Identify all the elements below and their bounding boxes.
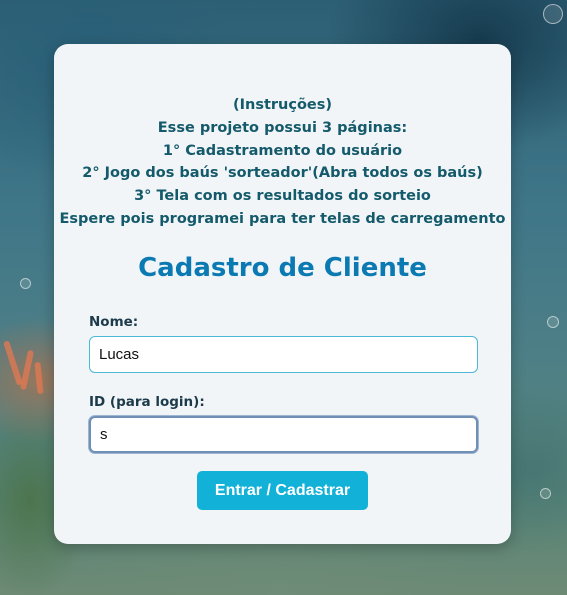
instructions-block: (Instruções) Esse projeto possui 3 págin… — [54, 94, 511, 231]
background-bubble — [547, 316, 559, 328]
background-coral — [34, 361, 44, 395]
instructions-line: Espere pois programei para ter telas de … — [59, 210, 506, 227]
submit-button[interactable]: Entrar / Cadastrar — [197, 471, 368, 510]
instructions-line: Esse projeto possui 3 páginas: — [157, 119, 408, 136]
instructions-line: 2° Jogo dos baús 'sorteador'(Abra todos … — [82, 165, 483, 182]
registration-card: (Instruções) Esse projeto possui 3 págin… — [54, 44, 511, 544]
background-bubble — [540, 488, 551, 499]
background-bubble — [20, 278, 31, 289]
background-bubble — [543, 4, 563, 24]
id-input[interactable] — [89, 416, 478, 453]
instructions-line: (Instruções) — [232, 97, 333, 113]
page-title: Cadastro de Cliente — [138, 253, 427, 283]
instructions-line: 1° Cadastramento do usuário — [162, 142, 403, 159]
instructions-line: 3° Tela com os resultados do sorteio — [134, 188, 431, 205]
background-coral — [3, 340, 23, 386]
background-coral — [19, 349, 35, 391]
id-label: ID (para login): — [89, 394, 205, 410]
name-label: Nome: — [89, 314, 139, 330]
name-input[interactable] — [89, 336, 478, 373]
